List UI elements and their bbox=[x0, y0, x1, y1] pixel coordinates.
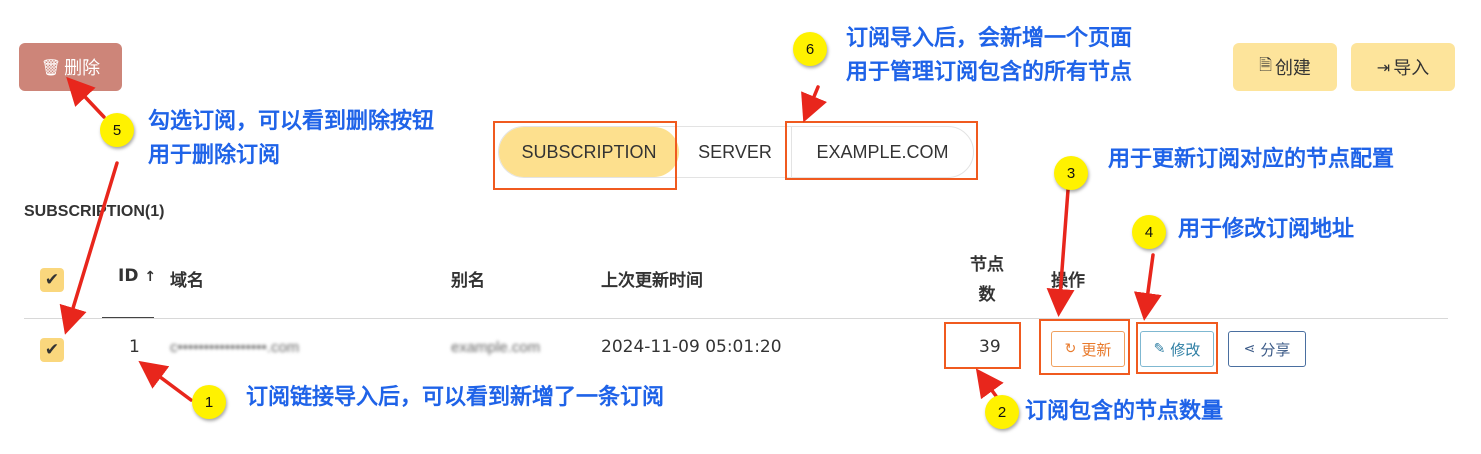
annotation-marker-6: 6 bbox=[793, 32, 827, 66]
arrow-5-to-delete bbox=[66, 76, 106, 119]
annotation-marker-5: 5 bbox=[100, 113, 134, 147]
arrow-3-to-update bbox=[1046, 188, 1075, 317]
annotation-marker-1: 1 bbox=[192, 385, 226, 419]
arrow-1-to-id bbox=[138, 360, 193, 402]
annotation-text-5-line2: 用于删除订阅 bbox=[148, 143, 281, 168]
annotation-text-5: 勾选订阅，可以看到删除按钮 用于删除订阅 bbox=[148, 105, 434, 173]
arrow-4-to-edit bbox=[1133, 253, 1162, 321]
annotation-marker-2: 2 bbox=[985, 395, 1019, 429]
arrow-6-to-tab bbox=[801, 85, 827, 123]
arrow-2-to-count bbox=[975, 368, 1004, 400]
annotation-text-1: 订阅链接导入后，可以看到新增了一条订阅 bbox=[246, 385, 665, 410]
annotation-marker-4: 4 bbox=[1132, 215, 1166, 249]
annotation-text-5-line1: 勾选订阅，可以看到删除按钮 bbox=[148, 109, 435, 134]
annotation-text-6-line1: 订阅导入后，会新增一个页面 bbox=[846, 26, 1133, 51]
annotation-text-4: 用于修改订阅地址 bbox=[1178, 217, 1355, 242]
annotation-text-6: 订阅导入后，会新增一个页面 用于管理订阅包含的所有节点 bbox=[846, 22, 1132, 90]
arrow-5-to-checkbox bbox=[59, 161, 119, 335]
annotation-marker-3: 3 bbox=[1054, 156, 1088, 190]
annotation-text-3: 用于更新订阅对应的节点配置 bbox=[1108, 147, 1395, 172]
annotation-text-6-line2: 用于管理订阅包含的所有节点 bbox=[846, 60, 1133, 85]
annotation-text-2: 订阅包含的节点数量 bbox=[1025, 399, 1224, 424]
